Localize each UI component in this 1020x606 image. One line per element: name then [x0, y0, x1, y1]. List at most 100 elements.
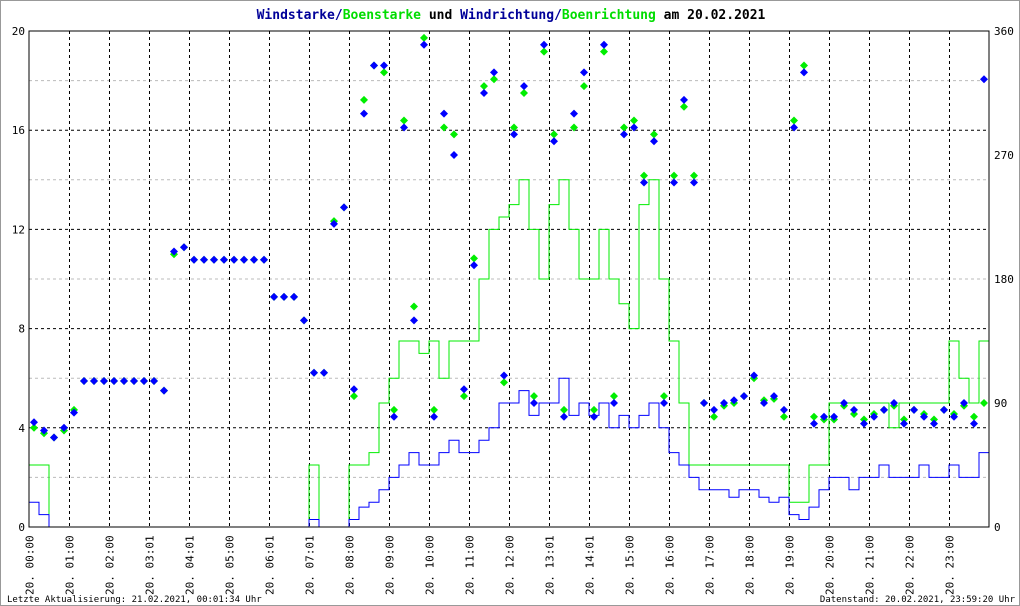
- point-windrichtung: [290, 292, 298, 301]
- point-boenrichtung: [790, 116, 798, 125]
- point-windrichtung: [650, 137, 658, 146]
- left-tick-label: 12: [12, 223, 25, 236]
- point-boenrichtung: [780, 412, 788, 421]
- point-windrichtung: [850, 405, 858, 414]
- point-windrichtung: [310, 368, 318, 377]
- grid: [29, 31, 989, 527]
- point-windrichtung: [230, 255, 238, 264]
- left-tick-label: 8: [18, 323, 25, 336]
- left-tick-label: 0: [18, 521, 25, 534]
- left-tick-label: 16: [12, 124, 25, 137]
- point-windrichtung: [470, 261, 478, 270]
- point-boenrichtung: [690, 171, 698, 180]
- point-windrichtung: [50, 433, 58, 442]
- point-boenrichtung: [560, 405, 568, 414]
- point-boenrichtung: [620, 123, 628, 132]
- point-boenrichtung: [380, 68, 388, 77]
- point-windrichtung: [200, 255, 208, 264]
- point-windrichtung: [930, 419, 938, 428]
- point-windrichtung: [450, 151, 458, 159]
- point-windrichtung: [240, 255, 248, 264]
- point-windrichtung: [350, 385, 358, 394]
- point-windrichtung: [260, 255, 268, 264]
- point-boenrichtung: [410, 302, 418, 311]
- point-windrichtung: [940, 405, 948, 414]
- point-boenrichtung: [590, 405, 598, 414]
- point-windrichtung: [250, 255, 258, 264]
- point-windrichtung: [80, 376, 88, 385]
- point-boenrichtung: [580, 82, 588, 91]
- x-tick-label: 20. 06:01: [264, 535, 277, 595]
- point-windrichtung: [700, 399, 708, 407]
- left-tick-label: 20: [12, 25, 25, 38]
- point-windrichtung: [110, 376, 118, 385]
- point-windrichtung: [740, 392, 748, 401]
- point-boenrichtung: [600, 47, 608, 56]
- right-tick-label: 90: [994, 397, 1007, 410]
- point-windrichtung: [420, 40, 428, 49]
- point-windrichtung: [440, 109, 448, 118]
- x-tick-label: 20. 22:00: [904, 535, 917, 595]
- point-boenrichtung: [480, 82, 488, 91]
- point-windrichtung: [30, 418, 38, 427]
- footer-data-status: Datenstand: 20.02.2021, 23:59:20 Uhr: [820, 595, 1016, 605]
- point-boenrichtung: [660, 392, 668, 401]
- x-tick-label: 20. 08:00: [344, 535, 357, 595]
- chart-title: Windstarke/Boenstarke und Windrichtung/B…: [257, 8, 766, 23]
- title-und: und: [421, 8, 460, 23]
- point-windrichtung: [710, 405, 718, 414]
- point-windrichtung: [370, 61, 378, 70]
- x-tick-label: 20. 05:00: [224, 535, 237, 595]
- point-boenrichtung: [470, 254, 478, 263]
- point-windrichtung: [970, 419, 978, 428]
- title-boenrichtung: Boenrichtung: [562, 8, 656, 23]
- title-windrichtung: Windrichtung: [460, 8, 554, 23]
- title-sep2: /: [554, 8, 562, 23]
- right-tick-label: 0: [994, 521, 1001, 534]
- point-windrichtung: [360, 109, 368, 118]
- point-windrichtung: [570, 109, 578, 118]
- left-tick-label: 4: [18, 422, 25, 435]
- x-tick-label: 20. 20:00: [824, 535, 837, 595]
- point-windrichtung: [900, 419, 908, 428]
- point-boenrichtung: [650, 130, 658, 139]
- point-boenrichtung: [680, 102, 688, 111]
- point-boenrichtung: [710, 412, 718, 421]
- point-windrichtung: [780, 405, 788, 414]
- point-windrichtung: [160, 386, 168, 395]
- point-windrichtung: [550, 137, 558, 146]
- x-tick-label: 20. 23:00: [944, 535, 957, 595]
- title-sep1: /: [335, 8, 343, 23]
- point-windrichtung: [610, 399, 618, 407]
- point-windrichtung: [320, 368, 328, 377]
- point-windrichtung: [220, 255, 228, 264]
- point-boenrichtung: [450, 130, 458, 139]
- point-windrichtung: [680, 95, 688, 104]
- point-boenrichtung: [490, 75, 498, 84]
- point-windrichtung: [620, 130, 628, 139]
- x-tick-label: 20. 03:01: [144, 535, 157, 595]
- point-windrichtung: [390, 412, 398, 421]
- right-tick-label: 360: [994, 25, 1014, 38]
- point-windrichtung: [660, 399, 668, 407]
- point-boenrichtung: [350, 392, 358, 401]
- point-boenrichtung: [530, 392, 538, 401]
- right-tick-label: 180: [994, 273, 1014, 286]
- point-boenrichtung: [520, 89, 528, 97]
- x-tick-label: 20. 07:01: [304, 535, 317, 595]
- point-windrichtung: [210, 255, 218, 264]
- point-windrichtung: [430, 412, 438, 421]
- point-windrichtung: [560, 412, 568, 421]
- point-windrichtung: [880, 405, 888, 414]
- x-tick-label: 20. 11:00: [464, 535, 477, 595]
- point-boenrichtung: [400, 116, 408, 125]
- x-tick-label: 20. 09:00: [384, 535, 397, 595]
- point-windrichtung: [280, 292, 288, 301]
- x-tick-label: 20. 10:00: [424, 535, 437, 595]
- point-windrichtung: [410, 316, 418, 325]
- right-tick-label: 270: [994, 149, 1014, 162]
- point-windrichtung: [270, 292, 278, 301]
- wind-chart: Windstarke/Boenstarke und Windrichtung/B…: [7, 8, 1016, 605]
- x-tick-label: 20. 17:00: [704, 535, 717, 595]
- point-windrichtung: [810, 419, 818, 428]
